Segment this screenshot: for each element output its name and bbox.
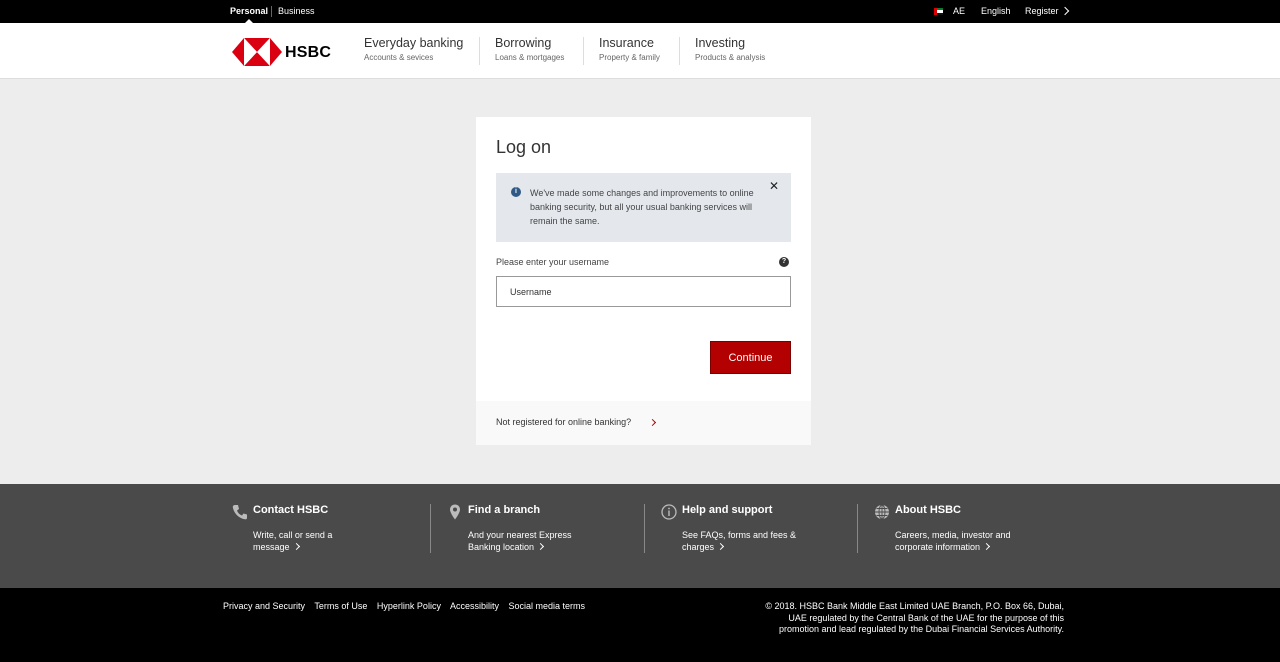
footer-divider — [644, 504, 645, 553]
footer-column-description: Careers, media, investor and corporate i… — [895, 530, 1065, 553]
help-icon[interactable]: ? — [779, 257, 789, 267]
copyright-text: © 2018. HSBC Bank Middle East Limited UA… — [700, 601, 1064, 636]
security-notice: i We've made some changes and improvemen… — [496, 173, 791, 242]
footer-column-title: Contact HSBC — [253, 504, 329, 516]
globe-icon — [875, 504, 889, 520]
description-line: charges — [682, 541, 715, 552]
description-line: And your nearest Express — [468, 530, 572, 540]
accessibility-link[interactable]: Accessibility — [450, 601, 499, 611]
nav-subtitle: Accounts & sevices — [364, 53, 434, 62]
top-utility-bar: Personal Business AE English Register — [0, 0, 1280, 23]
legal-links: Privacy and Security Terms of Use Hyperl… — [223, 601, 592, 611]
nav-title: Investing — [695, 36, 746, 50]
segment-divider — [271, 6, 272, 17]
chevron-right-icon — [1060, 6, 1070, 16]
language-selector[interactable]: English — [981, 0, 1011, 23]
personal-tab[interactable]: Personal — [230, 0, 268, 23]
uae-flag-icon — [934, 8, 943, 15]
legal-bar: Privacy and Security Terms of Use Hyperl… — [0, 588, 1280, 662]
login-card: Log on i We've made some changes and imp… — [476, 117, 811, 445]
main-navigation: HSBC Everyday banking Accounts & sevices… — [0, 23, 1280, 79]
hyperlink-policy-link[interactable]: Hyperlink Policy — [377, 601, 441, 611]
copyright-line: UAE regulated by the Central Bank of the… — [788, 612, 1064, 623]
nav-divider — [479, 37, 480, 65]
nav-borrowing[interactable]: Borrowing Loans & mortgages — [495, 36, 564, 68]
chevron-right-icon — [292, 542, 300, 550]
nav-insurance[interactable]: Insurance Property & family — [599, 36, 660, 68]
card-footer: Not registered for online banking? — [476, 401, 811, 445]
footer-column-description: Write, call or send a message — [253, 530, 423, 553]
chevron-right-icon — [537, 542, 545, 550]
nav-investing[interactable]: Investing Products & analysis — [695, 36, 765, 68]
hsbc-logo[interactable]: HSBC — [232, 38, 332, 66]
footer-column-title: About HSBC — [895, 504, 961, 516]
not-registered-link[interactable]: Not registered for online banking? — [496, 417, 631, 427]
country-selector[interactable]: AE — [953, 0, 965, 23]
nav-subtitle: Products & analysis — [695, 53, 766, 62]
nav-everyday-banking[interactable]: Everyday banking Accounts & sevices — [364, 36, 463, 68]
nav-subtitle: Loans & mortgages — [495, 53, 565, 62]
username-input[interactable] — [496, 276, 791, 307]
nav-title: Everyday banking — [364, 36, 464, 50]
footer-column-description: See FAQs, forms and fees & charges — [682, 530, 852, 553]
footer-help-support[interactable]: Help and support See FAQs, forms and fee… — [661, 502, 861, 562]
close-icon[interactable]: ✕ — [769, 179, 779, 193]
phone-icon — [232, 505, 247, 520]
footer-column-title: Find a branch — [468, 504, 541, 516]
nav-title: Borrowing — [495, 36, 552, 50]
terms-of-use-link[interactable]: Terms of Use — [314, 601, 367, 611]
footer-about-hsbc[interactable]: About HSBC Careers, media, investor and … — [874, 502, 1074, 562]
nav-subtitle: Property & family — [599, 53, 660, 62]
social-media-terms-link[interactable]: Social media terms — [509, 601, 586, 611]
continue-button[interactable]: Continue — [710, 341, 791, 374]
description-line: corporate information — [895, 541, 981, 552]
description-line: Careers, media, investor and — [895, 530, 1011, 540]
hexagon-logo-icon — [232, 38, 282, 66]
nav-title: Insurance — [599, 36, 654, 50]
business-tab[interactable]: Business — [278, 0, 315, 23]
description-line: message — [253, 541, 290, 552]
page-title: Log on — [496, 137, 552, 157]
footer-column-description: And your nearest Express Banking locatio… — [468, 530, 638, 553]
description-line: Write, call or send a — [253, 530, 333, 540]
info-circle-icon — [661, 504, 677, 520]
description-line: See FAQs, forms and fees & — [682, 530, 797, 540]
footer-column-title: Help and support — [682, 504, 773, 516]
info-icon: i — [511, 187, 521, 197]
chevron-right-icon — [648, 418, 657, 427]
privacy-security-link[interactable]: Privacy and Security — [223, 601, 305, 611]
copyright-line: © 2018. HSBC Bank Middle East Limited UA… — [765, 601, 1064, 611]
chevron-right-icon — [716, 542, 725, 550]
copyright-line: promotion and lead regulated by the Duba… — [779, 624, 1064, 634]
nav-divider — [679, 37, 680, 65]
footer-links-section: Contact HSBC Write, call or send a messa… — [0, 484, 1280, 588]
description-line: Banking location — [468, 541, 535, 552]
notice-text: We've made some changes and improvements… — [530, 188, 754, 226]
logo-text: HSBC — [285, 44, 332, 61]
username-label: Please enter your username — [496, 257, 610, 267]
footer-contact-hsbc[interactable]: Contact HSBC Write, call or send a messa… — [232, 502, 432, 562]
nav-divider — [583, 37, 584, 65]
footer-find-branch[interactable]: Find a branch And your nearest Express B… — [447, 502, 647, 562]
register-link[interactable]: Register — [1025, 0, 1059, 23]
location-pin-icon — [450, 504, 460, 520]
footer-divider — [430, 504, 431, 553]
chevron-right-icon — [983, 542, 991, 550]
footer-divider — [857, 504, 858, 553]
